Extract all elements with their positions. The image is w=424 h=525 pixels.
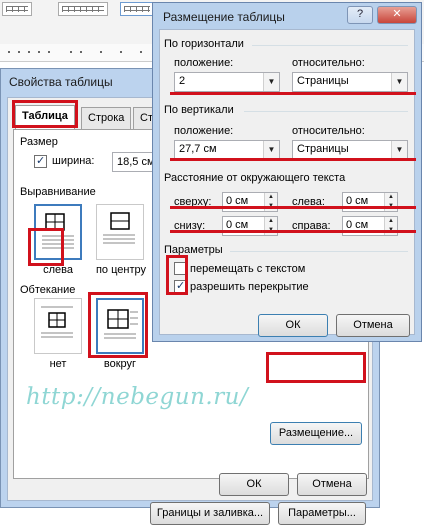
distance-group-label: Расстояние от окружающего текста [164, 172, 346, 184]
placement-body: По горизонтали положение: относительно: … [159, 29, 415, 337]
left-spinner[interactable]: 0 см ▲▼ [342, 192, 398, 212]
wrap-none-label: нет [49, 358, 67, 370]
dialog-title: Свойства таблицы [9, 75, 113, 89]
right-spinner[interactable]: 0 см ▲▼ [342, 216, 398, 236]
top-spinner[interactable]: 0 см ▲▼ [222, 192, 278, 212]
v-relative-combo[interactable]: Страницы ▼ [292, 140, 408, 160]
v-relative-label: относительно: [292, 125, 365, 137]
wrap-around-label: вокруг [103, 358, 137, 370]
v-relative-value: Страницы [297, 143, 349, 155]
highlight-distance-underline-1 [170, 206, 416, 209]
width-checkbox[interactable]: ✓ [34, 155, 47, 168]
tab-row[interactable]: Строка [81, 107, 132, 129]
highlight-distance-underline-2 [170, 230, 416, 233]
h-position-value: 2 [179, 75, 186, 87]
allow-overlap-label: разрешить перекрытие [190, 281, 309, 293]
chevron-down-icon[interactable]: ▼ [391, 141, 407, 159]
close-button[interactable]: ✕ [377, 6, 417, 24]
h-relative-combo[interactable]: Страницы ▼ [292, 72, 408, 92]
highlight-placement-button [266, 352, 366, 383]
table-style-thumb[interactable] [2, 2, 32, 16]
chevron-down-icon[interactable]: ▼ [391, 73, 407, 91]
placement-cancel-button[interactable]: Отмена [336, 314, 410, 337]
highlight-horizontal-underline [170, 92, 416, 95]
wrap-none-icon [41, 306, 73, 338]
size-group-label: Размер [20, 136, 58, 148]
horizontal-group-label: По горизонтали [164, 38, 244, 50]
highlight-tab-table [12, 100, 78, 128]
table-style-thumb[interactable] [120, 2, 154, 16]
placement-dialog-title: Размещение таблицы [163, 10, 285, 24]
h-relative-label: относительно: [292, 57, 365, 69]
placement-ok-button[interactable]: ОК [258, 314, 328, 337]
h-position-label: положение: [174, 57, 234, 69]
table-style-thumb[interactable] [58, 2, 108, 16]
highlight-options-checkboxes [166, 255, 188, 295]
h-position-combo[interactable]: 2 ▼ [174, 72, 280, 92]
chevron-down-icon[interactable]: ▼ [263, 141, 279, 159]
bottom-spinner[interactable]: 0 см ▲▼ [222, 216, 278, 236]
align-center-option[interactable] [96, 204, 144, 260]
alignment-group-label: Выравнивание [20, 186, 96, 198]
v-position-label: положение: [174, 125, 234, 137]
group-divider [230, 251, 408, 252]
help-button[interactable]: ? [347, 6, 373, 24]
wrap-group-label: Обтекание [20, 284, 76, 296]
back-cancel-button[interactable]: Отмена [297, 473, 367, 496]
chevron-down-icon[interactable]: ▼ [263, 73, 279, 91]
h-relative-value: Страницы [297, 75, 349, 87]
wrap-none-option[interactable] [34, 298, 82, 354]
align-center-icon [103, 212, 135, 244]
borders-button[interactable]: Границы и заливка... [150, 502, 270, 525]
params-button[interactable]: Параметры... [278, 502, 366, 525]
group-divider [252, 45, 408, 46]
back-ok-button[interactable]: ОК [219, 473, 289, 496]
watermark-text: http://nebegun.ru/ [26, 384, 249, 410]
table-placement-dialog: Размещение таблицы ? ✕ По горизонтали по… [152, 2, 422, 342]
group-divider [244, 111, 408, 112]
align-center-label: по центру [95, 264, 147, 276]
highlight-align-left [28, 228, 64, 266]
v-position-value: 27,7 см [179, 143, 217, 155]
vertical-group-label: По вертикали [164, 104, 234, 116]
placement-button[interactable]: Размещение... [270, 422, 362, 445]
highlight-vertical-underline [170, 158, 416, 161]
move-with-text-label: перемещать с текстом [190, 263, 306, 275]
highlight-wrap-around [88, 292, 148, 358]
v-position-combo[interactable]: 27,7 см ▼ [174, 140, 280, 160]
checkmark-icon: ✓ [36, 155, 46, 167]
width-label: ширина: [52, 155, 95, 167]
